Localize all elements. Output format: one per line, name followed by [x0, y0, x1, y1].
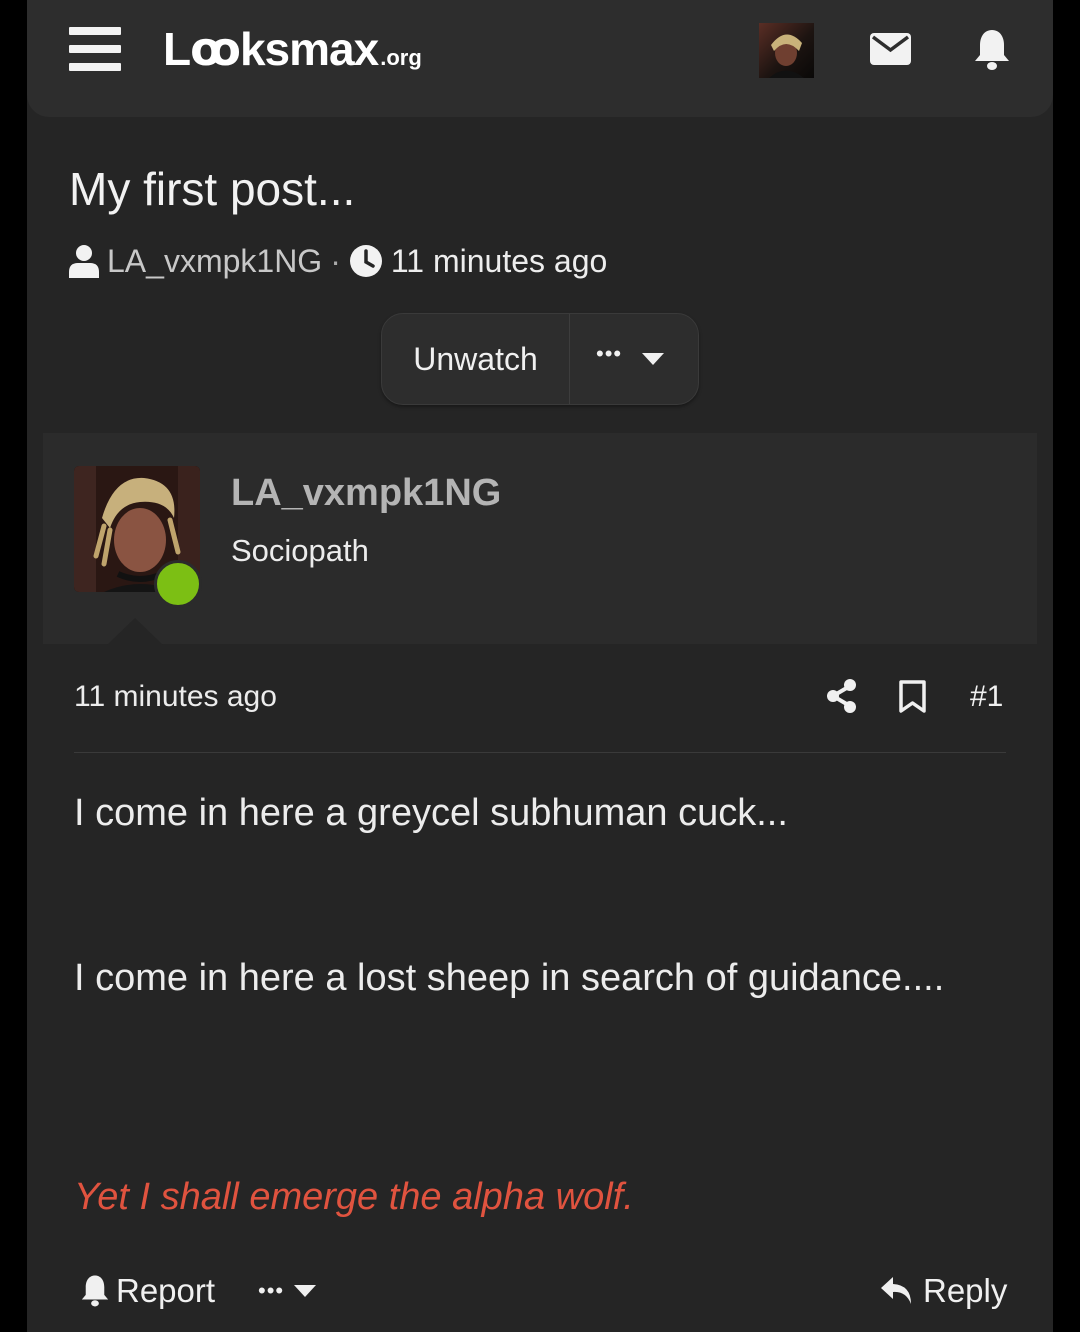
more-dots: ••• — [596, 341, 623, 366]
chevron-down-icon — [294, 1284, 317, 1297]
share-icon[interactable] — [826, 679, 857, 713]
clock-icon — [349, 245, 382, 277]
user-title: Sociopath — [231, 533, 369, 568]
thread-title: My first post... — [69, 163, 356, 215]
post-divider — [74, 752, 1006, 753]
reply-icon — [881, 1277, 911, 1304]
post-number-link[interactable]: #1 — [970, 680, 1003, 714]
post-more-button[interactable]: ••• — [258, 1270, 317, 1312]
post-body-line: I come in here a lost sheep in search of… — [74, 957, 945, 999]
report-label: Report — [116, 1272, 216, 1309]
thread-author-link[interactable]: LA_vxmpk1NG — [107, 243, 322, 280]
reply-label: Reply — [923, 1272, 1008, 1309]
more-dots: ••• — [258, 1278, 285, 1303]
reply-button[interactable]: Reply — [880, 1270, 1007, 1312]
user-block-pointer — [107, 618, 163, 645]
report-button[interactable]: Report — [80, 1270, 215, 1312]
online-status-indicator — [154, 560, 202, 608]
thread-actions-group: Unwatch ••• — [381, 313, 699, 405]
post-username[interactable]: LA_vxmpk1NG — [231, 472, 501, 515]
unwatch-button[interactable]: Unwatch — [382, 314, 570, 404]
mail-icon[interactable] — [870, 33, 911, 65]
report-bell-icon — [81, 1275, 109, 1307]
thread-time[interactable]: 11 minutes ago — [391, 243, 607, 280]
meta-separator: · — [330, 242, 341, 279]
logo-text: Lꝏksmax — [163, 23, 379, 75]
logo-suffix: .org — [380, 45, 422, 70]
post-time[interactable]: 11 minutes ago — [74, 680, 277, 714]
chevron-down-icon — [642, 353, 664, 365]
user-icon — [69, 245, 99, 278]
post-body-highlight: Yet I shall emerge the alpha wolf. — [74, 1176, 634, 1218]
site-logo[interactable]: Lꝏksmax .org — [163, 22, 422, 78]
post-body-line: I come in here a greycel subhuman cuck..… — [74, 792, 788, 834]
bookmark-icon[interactable] — [899, 680, 926, 713]
account-avatar[interactable] — [759, 23, 814, 78]
bell-icon[interactable] — [973, 28, 1011, 72]
menu-icon[interactable] — [69, 27, 121, 71]
thread-more-button[interactable]: ••• — [570, 314, 698, 404]
thread-meta: LA_vxmpk1NG · 11 minutes ago — [68, 240, 607, 282]
